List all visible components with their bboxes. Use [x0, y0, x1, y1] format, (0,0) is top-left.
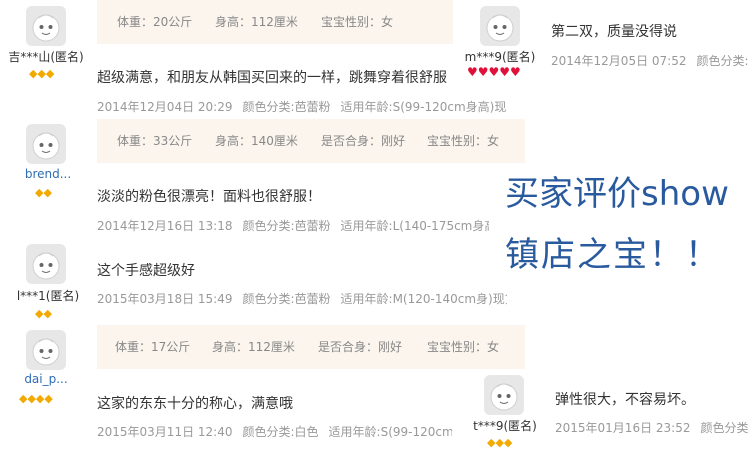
- attr-gender: 宝宝性别：女: [321, 15, 394, 29]
- avatar[interactable]: [26, 244, 66, 284]
- reviewer-name[interactable]: m***9(匿名): [458, 48, 542, 65]
- reviewer-name-link[interactable]: dai_p...: [4, 372, 88, 386]
- avatar[interactable]: [26, 330, 66, 370]
- reviewer-name-link[interactable]: brend...: [6, 167, 90, 181]
- avatar[interactable]: [26, 124, 66, 164]
- review-date: 2014年12月04日 20:29: [97, 100, 233, 114]
- avatar[interactable]: [484, 375, 524, 415]
- review-meta: 2014年12月05日 07:52 颜色分类:白: [551, 52, 750, 69]
- review-meta: 2014年12月16日 13:18 颜色分类:芭蕾粉 适用年龄:L(140-175c…: [97, 217, 489, 234]
- review-content: 淡淡的粉色很漂亮！面料也很舒服！: [97, 189, 321, 205]
- reviewer-name[interactable]: l***1(匿名): [6, 287, 90, 304]
- default-avatar-icon: [32, 14, 60, 42]
- default-avatar-icon: [32, 338, 60, 366]
- review-meta: 2015年03月18日 15:49 颜色分类:芭蕾粉 适用年龄:M(120-140c…: [97, 290, 507, 307]
- gold-diamond-icon: ◆◆: [35, 186, 52, 199]
- review-content: 第二双，质量没得说: [551, 24, 677, 40]
- attr-weight: 体重：20公斤: [117, 15, 193, 29]
- gold-diamond-icon: ◆◆◆◆: [19, 392, 53, 405]
- gold-diamond-icon: ◆◆: [35, 307, 52, 320]
- review-color: 颜色分类:白: [696, 54, 750, 68]
- gold-diamond-icon: ◆◆◆: [487, 436, 513, 449]
- attr-height: 身高：112厘米: [215, 15, 298, 29]
- default-avatar-icon: [32, 252, 60, 280]
- review-age: 适用年龄:M(120-140cm身)现货: [340, 292, 507, 306]
- reviewer-name[interactable]: t***9(匿名): [463, 417, 547, 434]
- review-color: 颜色分类:芭蕾粉: [242, 292, 331, 306]
- review-meta: 2015年03月11日 12:40 颜色分类:白色适用年龄:S(99-120cm身…: [97, 423, 452, 440]
- review-content: 这家的东东十分的称心，满意哦: [97, 396, 293, 412]
- review-date: 2014年12月16日 13:18: [97, 219, 233, 233]
- avatar[interactable]: [480, 6, 520, 46]
- attr-weight: 体重：17公斤: [115, 340, 191, 354]
- attr-height: 身高：112厘米: [212, 340, 295, 354]
- default-avatar-icon: [32, 132, 60, 160]
- default-avatar-icon: [486, 14, 514, 42]
- review-date: 2014年12月05日 07:52: [551, 54, 687, 68]
- avatar[interactable]: [26, 6, 66, 46]
- review-color: 颜色分类:芭蕾粉: [242, 100, 331, 114]
- review-content: 弹性很大，不容易坏。: [555, 392, 695, 408]
- attr-fit: 是否合身：刚好: [318, 340, 403, 354]
- attr-gender: 宝宝性别：女: [427, 134, 500, 148]
- review-color: 颜色分类:芭蕾粉: [242, 219, 331, 233]
- promo-title: 买家评价show: [505, 174, 729, 214]
- red-heart-icon: ♥♥♥♥♥: [467, 65, 521, 79]
- attr-weight: 体重：33公斤: [117, 134, 193, 148]
- review-age: 适用年龄:S(99-120cm身高: [328, 425, 452, 439]
- review-date: 2015年03月11日 12:40: [97, 425, 233, 439]
- review-content: 超级满意，和朋友从韩国买回来的一样，跳舞穿着很舒服: [97, 70, 447, 86]
- gold-diamond-icon: ◆◆◆: [29, 67, 55, 80]
- review-meta: 2014年12月04日 20:29 颜色分类:芭蕾粉 适用年龄:S(99-120cm…: [97, 98, 507, 115]
- promo-subtitle: 镇店之宝！！: [505, 235, 721, 275]
- attribute-box: 体重：33公斤 身高：140厘米 是否合身：刚好 宝宝性别：女: [97, 119, 525, 163]
- reviewer-name[interactable]: 吉***山(匿名): [4, 48, 88, 65]
- attr-gender: 宝宝性别：女: [427, 340, 500, 354]
- review-color: 颜色分类:白色: [242, 425, 319, 439]
- attribute-box: 体重：20公斤 身高：112厘米 宝宝性别：女: [97, 0, 453, 44]
- review-meta: 2015年01月16日 23:52 颜色分类:白: [555, 419, 750, 436]
- review-date: 2015年01月16日 23:52: [555, 421, 691, 435]
- attr-fit: 是否合身：刚好: [321, 134, 406, 148]
- review-age: 适用年龄:S(99-120cm身高)现货: [340, 100, 507, 114]
- review-age: 适用年龄:L(140-175cm身高): [340, 219, 489, 233]
- attr-height: 身高：140厘米: [215, 134, 298, 148]
- review-color: 颜色分类:白: [700, 421, 750, 435]
- review-date: 2015年03月18日 15:49: [97, 292, 233, 306]
- default-avatar-icon: [490, 383, 518, 411]
- review-content: 这个手感超级好: [97, 263, 195, 279]
- attribute-box: 体重：17公斤 身高：112厘米 是否合身：刚好 宝宝性别：女: [97, 325, 525, 369]
